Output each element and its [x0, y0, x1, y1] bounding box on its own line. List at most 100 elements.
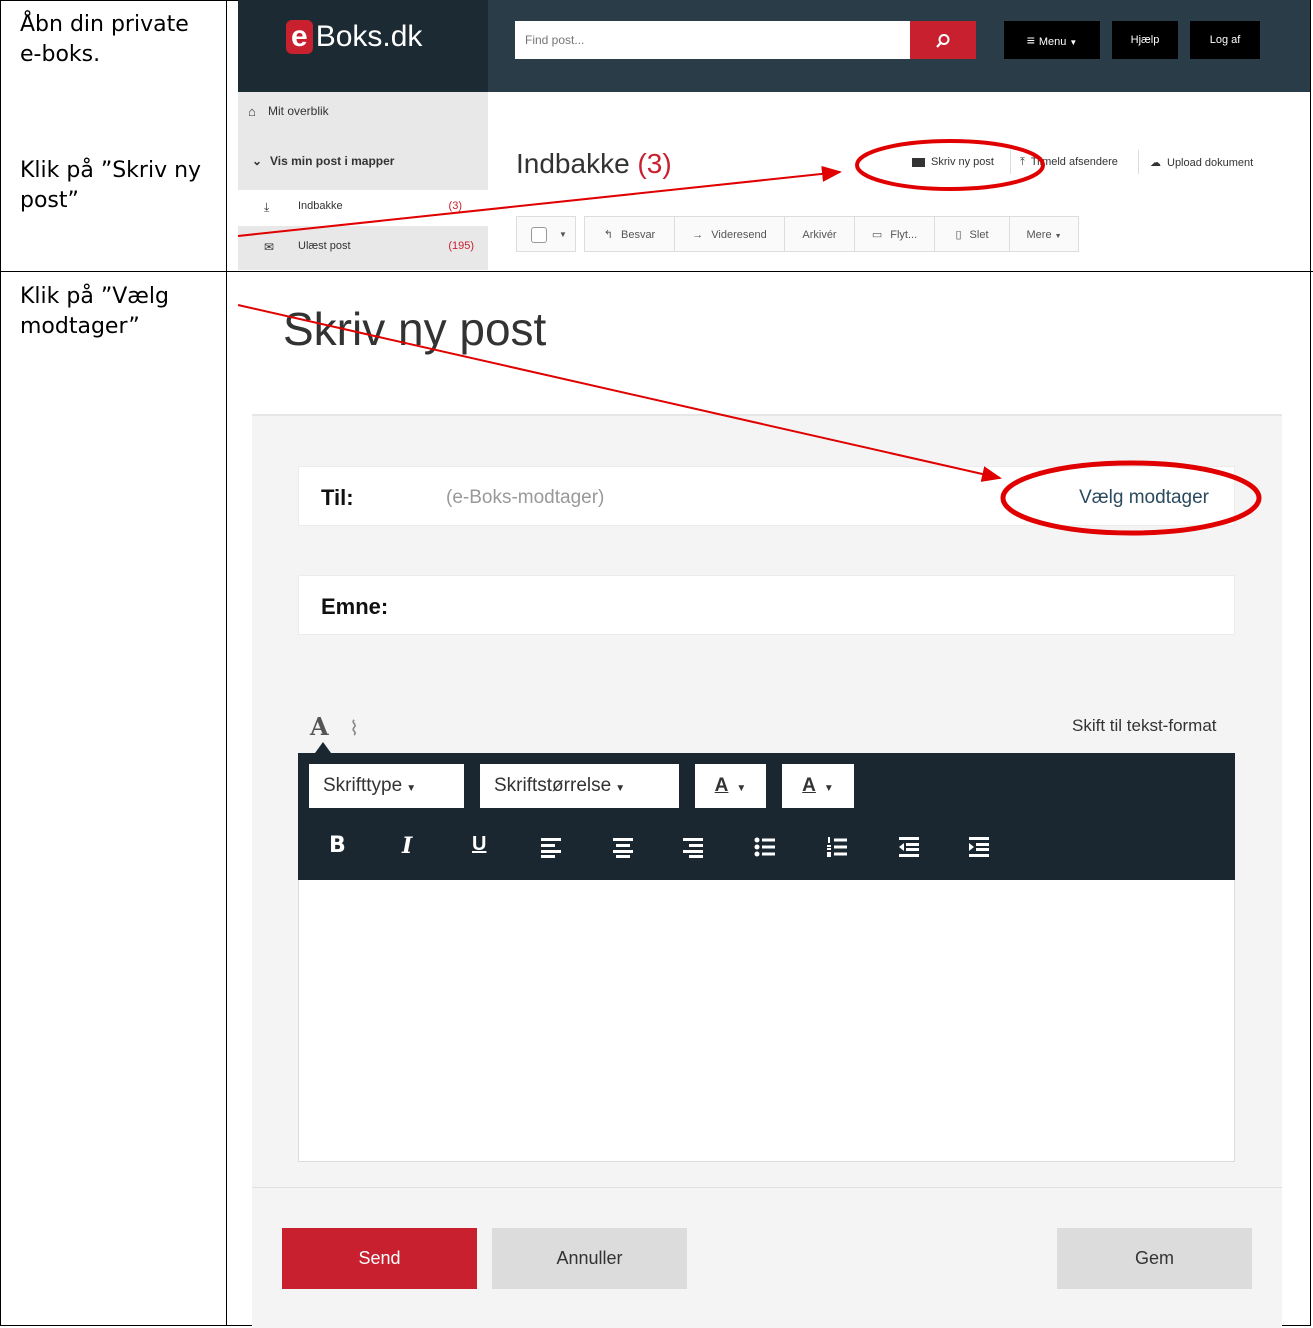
step-2-instruction: Klik på ”Skriv ny post” [20, 158, 202, 213]
rich-text-icon[interactable]: A [310, 712, 329, 741]
editor-mode-tools: A ⌇ [310, 712, 359, 742]
logo-text: Boks.dk [315, 20, 423, 53]
sidebar: ⌂ Mit overblik ⌄ Vis min post i mapper ⤓… [238, 92, 488, 270]
search-icon [936, 34, 950, 48]
button-area-divider [252, 1187, 1282, 1188]
search-button[interactable] [910, 21, 976, 59]
inbox-download-icon: ⤓ [264, 200, 270, 214]
upload-tray-icon: ⤒ [1020, 156, 1025, 168]
send-button[interactable]: Send [282, 1228, 477, 1289]
font-size-label: Skriftstørrelse [494, 775, 612, 796]
search-input[interactable] [515, 21, 910, 59]
folder-icon: ▭ [871, 229, 883, 241]
sidebar-inbox-count: (3) [448, 200, 462, 212]
font-color-dropdown[interactable]: A ▼ [695, 764, 766, 808]
sidebar-unread-count: (195) [448, 240, 474, 252]
reply-button[interactable]: ↰ Besvar [585, 217, 675, 251]
sidebar-inbox-label: Indbakke [298, 200, 343, 212]
caret-down-icon: ▼ [1069, 38, 1078, 47]
more-button[interactable]: Mere ▼ [1010, 217, 1078, 251]
save-button[interactable]: Gem [1057, 1228, 1252, 1289]
forward-label: Videresend [711, 229, 767, 241]
more-label: Mere [1026, 229, 1052, 241]
step-1-instruction: Åbn din private e-boks. [20, 12, 189, 67]
cancel-button[interactable]: Annuller [492, 1228, 687, 1289]
choose-recipient-link[interactable]: Vælg modtager [1079, 487, 1209, 509]
logo-area: e Boks.dk [238, 0, 488, 92]
italic-button[interactable]: I [402, 833, 412, 859]
numbered-list-icon[interactable] [826, 836, 848, 858]
switch-to-text-format-link[interactable]: Skift til tekst-format [1072, 716, 1217, 736]
sidebar-folders-label: Vis min post i mapper [270, 154, 395, 168]
caret-down-icon: ▼ [406, 783, 417, 794]
logout-label: Log af [1209, 34, 1241, 46]
select-all-checkbox[interactable] [531, 227, 547, 243]
font-type-dropdown[interactable]: Skrifttype ▼ [309, 764, 464, 808]
editor-toolbar: Skrifttype ▼ Skriftstørrelse ▼ A ▼ A ▼ B I U [298, 753, 1235, 880]
action-divider [1010, 150, 1011, 174]
cloud-upload-icon: ☁ [1150, 157, 1161, 169]
indent-icon[interactable] [968, 836, 990, 858]
inbox-screenshot: eBoks.dk ≡Menu▼ Hjælp Log af ⌂ Mit overb… [238, 0, 1310, 270]
align-right-icon[interactable] [682, 836, 704, 858]
align-left-icon[interactable] [540, 836, 562, 858]
sidebar-unread-label: Ulæst post [298, 240, 351, 252]
reply-label: Besvar [620, 229, 656, 241]
sidebar-item-inbox[interactable]: ⤓ Indbakke (3) [238, 190, 488, 226]
caret-down-icon: ▼ [736, 783, 747, 794]
bold-button[interactable]: B [329, 833, 346, 858]
highlight-color-dropdown[interactable]: A ▼ [782, 764, 854, 808]
sidebar-item-unread[interactable]: ✉ Ulæst post (195) [238, 226, 488, 270]
caret-down-icon: ▼ [559, 230, 567, 239]
forward-icon: → [692, 229, 704, 241]
archive-button[interactable]: Arkivér [785, 217, 855, 251]
table-row-divider [0, 271, 1313, 272]
reply-icon: ↰ [603, 229, 613, 241]
subscribe-action-label: Tilmeld afsendere [1030, 156, 1118, 168]
logout-button[interactable]: Log af [1190, 21, 1260, 59]
upload-action-label: Upload dokument [1167, 157, 1254, 169]
caret-down-icon: ▼ [823, 783, 834, 794]
step-3-instruction: Klik på ”Vælg modtager” [20, 284, 169, 339]
subject-field[interactable]: Emne: [298, 575, 1235, 635]
compose-action-label: Skriv ny post [931, 156, 994, 168]
caret-down-icon: ▼ [615, 783, 626, 794]
menu-button[interactable]: ≡ Menu ▼ [1004, 21, 1100, 59]
envelope-icon: ✉ [264, 240, 275, 254]
inbox-title: Indbakke (3) [516, 148, 672, 180]
message-body-editor[interactable] [298, 880, 1235, 1162]
eboks-logo[interactable]: e Boks.dk [286, 20, 422, 54]
chevron-down-icon: ⌄ [252, 154, 263, 168]
compose-icon [912, 157, 925, 167]
outdent-icon[interactable] [898, 836, 920, 858]
to-label: Til: [321, 485, 354, 510]
rich-text-tab-pointer [315, 742, 331, 753]
bullet-list-icon[interactable] [754, 836, 776, 858]
recipient-field[interactable]: Til: (e-Boks-modtager) Vælg modtager [298, 466, 1235, 526]
forward-button[interactable]: → Videresend [675, 217, 785, 251]
align-center-icon[interactable] [612, 836, 634, 858]
font-type-label: Skrifttype [323, 775, 403, 796]
archive-label: Arkivér [802, 229, 837, 241]
move-button[interactable]: ▭ Flyt... [855, 217, 935, 251]
inbox-title-label: Indbakke [516, 148, 630, 179]
subject-label: Emne: [321, 594, 389, 619]
home-icon: ⌂ [248, 104, 256, 119]
underline-button[interactable]: U [472, 833, 486, 856]
recipient-placeholder: (e-Boks-modtager) [446, 487, 605, 508]
font-color-label: A [714, 775, 729, 796]
logo-e-mark: e [286, 20, 313, 54]
hamburger-icon: ≡ [1026, 32, 1035, 48]
select-all-control[interactable]: ▼ [516, 216, 576, 252]
trash-icon: ▯ [955, 229, 962, 241]
delete-button[interactable]: ▯ Slet [935, 217, 1010, 251]
compose-heading: Skriv ny post [283, 303, 547, 355]
compose-action[interactable]: Skriv ny post [912, 156, 994, 168]
help-button[interactable]: Hjælp [1112, 21, 1178, 59]
paperclip-icon[interactable]: ⌇ [349, 718, 359, 740]
action-divider [1138, 150, 1139, 174]
upload-action[interactable]: ☁ Upload dokument [1150, 156, 1253, 169]
subscribe-action[interactable]: ⤒ Tilmeld afsendere [1020, 156, 1118, 169]
help-label: Hjælp [1130, 34, 1160, 46]
font-size-dropdown[interactable]: Skriftstørrelse ▼ [480, 764, 679, 808]
